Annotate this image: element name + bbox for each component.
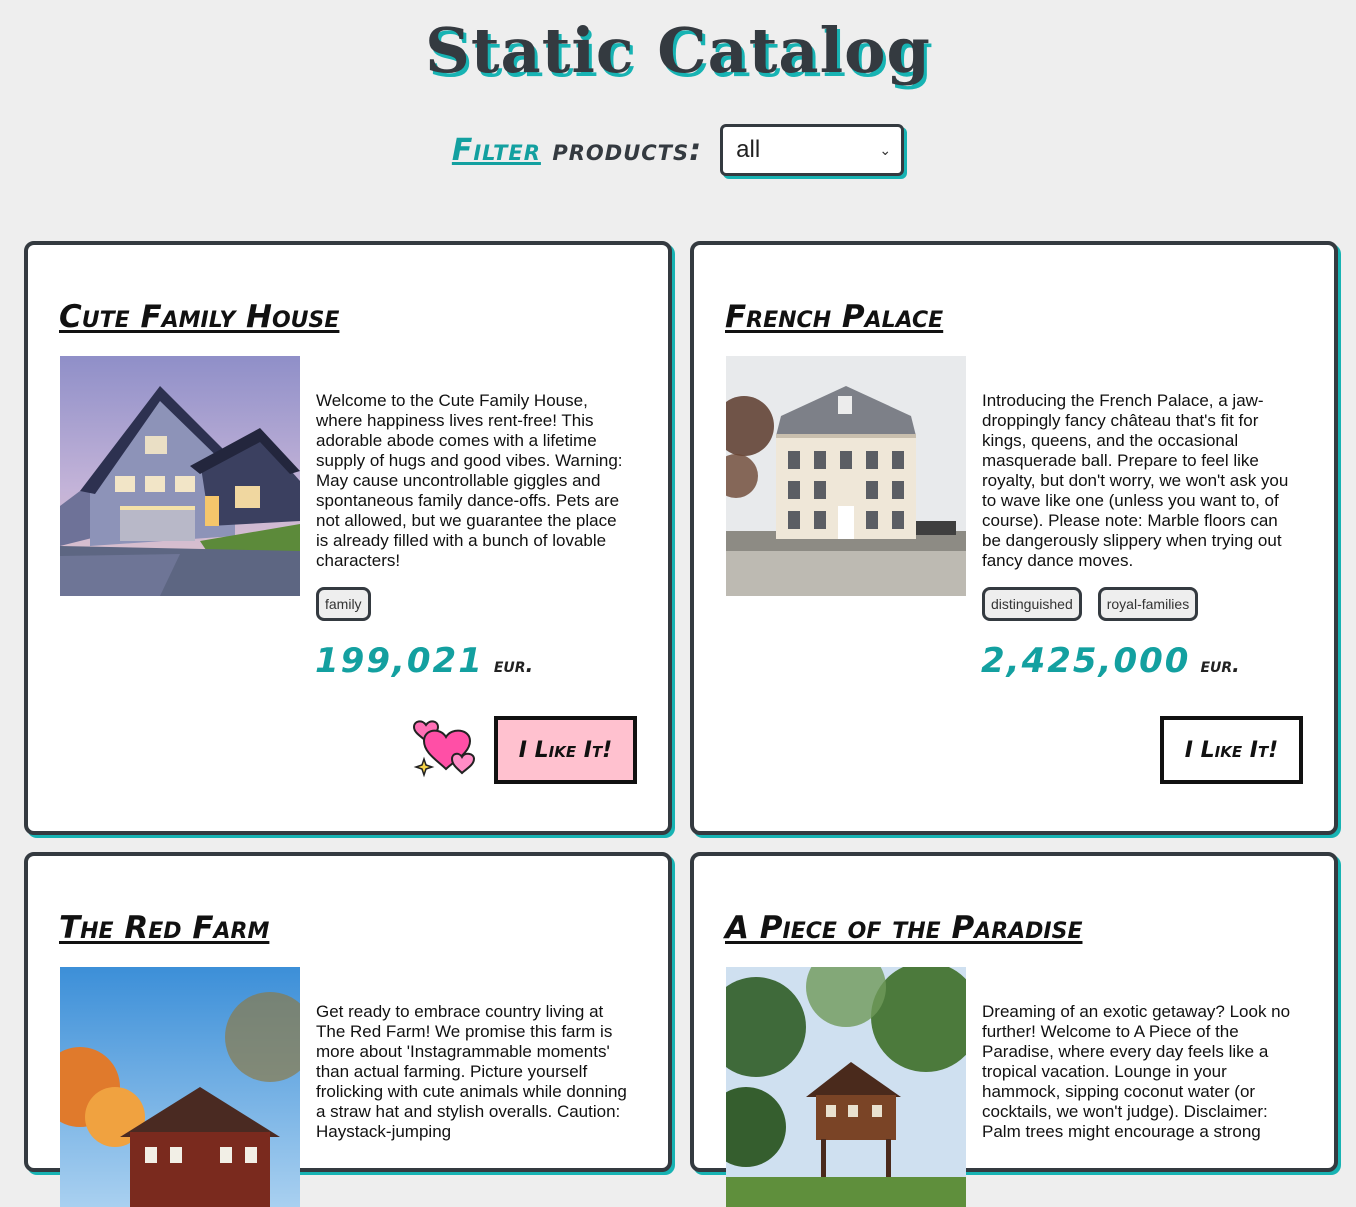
product-title[interactable]: A Piece of the Paradise xyxy=(725,910,1082,946)
product-description: Introducing the French Palace, a jaw-dro… xyxy=(982,391,1289,570)
price-currency: eur. xyxy=(493,653,534,677)
tropical-house-photo xyxy=(726,967,966,1207)
price: 2,425,000 eur. xyxy=(981,641,1240,681)
product-description: Welcome to the Cute Family House, where … xyxy=(316,391,623,570)
tag[interactable]: distinguished xyxy=(982,587,1082,621)
product-title[interactable]: Cute Family House xyxy=(59,299,339,335)
tag-list: family xyxy=(316,587,371,621)
chevron-down-icon: ⌄ xyxy=(879,141,892,158)
price-currency: eur. xyxy=(1200,653,1240,677)
product-description: Get ready to embrace country living at T… xyxy=(316,1002,627,1141)
tag[interactable]: royal-families xyxy=(1097,587,1199,621)
tag-list: distinguished royal-families xyxy=(982,587,1199,621)
filter-label: Filter products: xyxy=(452,133,702,168)
product-card: The Red Farm Get ready to embrace countr… xyxy=(24,852,672,1207)
site-title: Static Catalog xyxy=(425,14,931,87)
product-title[interactable]: The Red Farm xyxy=(59,910,269,946)
hearts-icon xyxy=(412,719,478,779)
chateau-photo xyxy=(726,356,966,596)
price: 199,021 eur. xyxy=(315,641,533,681)
like-button[interactable]: I Like It! xyxy=(494,716,637,784)
filter-text: products: xyxy=(552,132,703,168)
filter-select[interactable]: all ⌄ xyxy=(720,124,905,176)
filter-link[interactable]: Filter xyxy=(452,133,541,168)
filter-row: Filter products: all ⌄ xyxy=(0,124,1356,176)
product-title[interactable]: French Palace xyxy=(725,299,943,335)
house-photo xyxy=(60,356,300,596)
like-button[interactable]: I Like It! xyxy=(1160,716,1303,784)
price-value: 199,021 xyxy=(315,641,484,681)
tag[interactable]: family xyxy=(316,587,371,621)
filter-selected-value: all xyxy=(736,136,761,163)
product-card: Cute Family House Welcome to the Cute Fa… xyxy=(24,241,672,835)
farm-photo xyxy=(60,967,300,1207)
product-card: French Palace Introducing the French Pal… xyxy=(690,241,1338,835)
product-description: Dreaming of an exotic getaway? Look no f… xyxy=(982,1002,1291,1141)
product-card: A Piece of the Paradise Dreaming of an e… xyxy=(690,852,1338,1207)
price-value: 2,425,000 xyxy=(981,641,1191,681)
